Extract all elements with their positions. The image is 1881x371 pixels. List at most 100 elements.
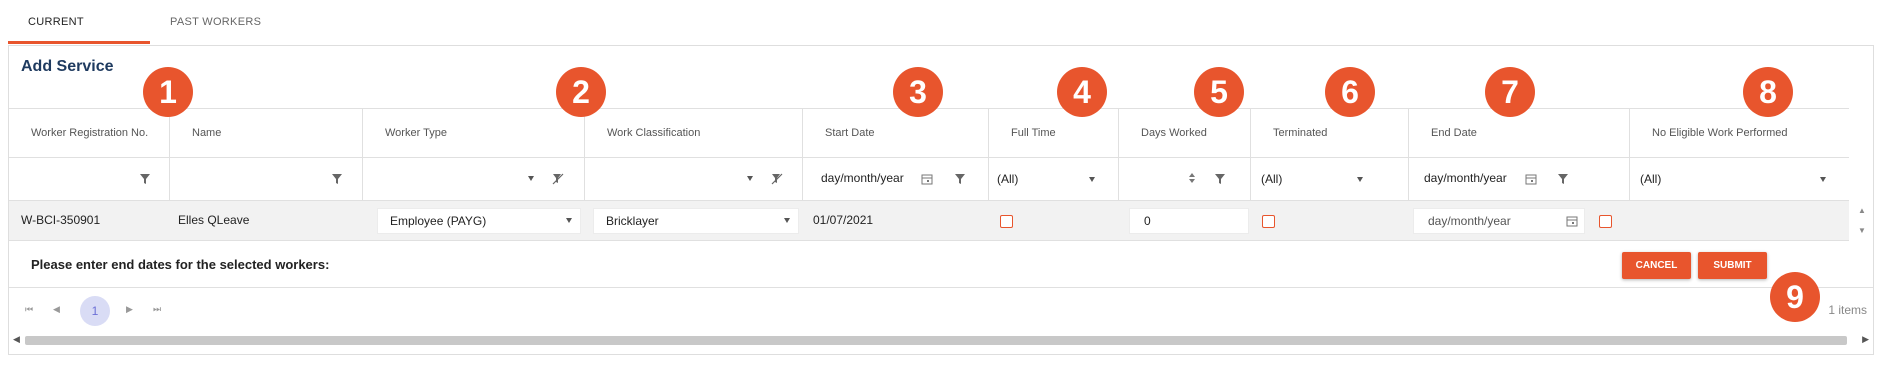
scroll-left-icon[interactable]: ◀ [13, 334, 20, 345]
filter-icon[interactable] [1215, 174, 1225, 184]
callout-badge-5: 5 [1194, 67, 1244, 117]
header-worker-registration-no[interactable]: Worker Registration No. [9, 109, 170, 157]
end-date-placeholder: day/month/year [1428, 214, 1511, 228]
header-worker-type[interactable]: Worker Type [363, 109, 585, 157]
scroll-right-icon[interactable]: ▶ [1862, 334, 1869, 345]
chevron-down-icon[interactable] [1357, 177, 1363, 182]
cell-days-worked: 0 [1119, 201, 1251, 240]
horizontal-scrollbar[interactable]: ◀ ▶ [9, 334, 1873, 348]
pager: ⏮ ◀ 1 ▶ ⏭ 1 items [9, 289, 1873, 331]
chevron-down-icon[interactable] [528, 176, 534, 181]
spinner-icon[interactable] [1189, 172, 1195, 184]
end-date-input[interactable]: day/month/year [1413, 208, 1585, 234]
grid-filter-row: day/month/year (All) (All) day/month/yea… [9, 158, 1849, 201]
start-date-value: 01/07/2021 [813, 213, 874, 227]
calendar-icon[interactable] [921, 173, 933, 185]
work-classification-select[interactable]: Bricklayer [593, 208, 799, 234]
cell-terminated [1251, 201, 1409, 240]
header-full-time[interactable]: Full Time [989, 109, 1119, 157]
end-date-action-row: Please enter end dates for the selected … [9, 241, 1873, 288]
worker-type-select[interactable]: Employee (PAYG) [377, 208, 581, 234]
header-work-classification[interactable]: Work Classification [585, 109, 803, 157]
header-name[interactable]: Name [170, 109, 363, 157]
submit-button[interactable]: SUBMIT [1698, 252, 1767, 279]
callout-badge-9: 9 [1770, 272, 1820, 322]
callout-badge-6: 6 [1325, 67, 1375, 117]
callout-badge-2: 2 [556, 67, 606, 117]
filter-icon[interactable] [1558, 174, 1568, 184]
worker-name-value: Elles QLeave [178, 213, 250, 227]
header-start-date[interactable]: Start Date [803, 109, 989, 157]
scrollbar-thumb[interactable] [25, 336, 1847, 345]
filter-cell-terminated[interactable]: (All) [1251, 158, 1409, 200]
filter-icon[interactable] [140, 174, 150, 184]
table-row: W-BCI-350901 Elles QLeave Employee (PAYG… [9, 201, 1849, 241]
items-count: 1 items [1828, 303, 1867, 317]
panel-title: Add Service [21, 58, 114, 75]
callout-badge-4: 4 [1057, 67, 1107, 117]
filter-cell-work-classification [585, 158, 803, 200]
next-page-icon[interactable]: ▶ [126, 304, 133, 315]
callout-badge-3: 3 [893, 67, 943, 117]
end-dates-message: Please enter end dates for the selected … [31, 257, 330, 272]
worker-type-value: Employee (PAYG) [390, 214, 487, 228]
days-worked-input[interactable]: 0 [1129, 208, 1249, 234]
clear-filter-icon[interactable] [771, 173, 783, 185]
no-eligible-filter-select[interactable]: (All) [1640, 172, 1661, 186]
header-no-eligible-work[interactable]: No Eligible Work Performed [1630, 109, 1849, 157]
cell-name: Elles QLeave [170, 201, 363, 240]
tab-past-workers[interactable]: PAST WORKERS [150, 0, 281, 44]
cell-work-classification: Bricklayer [585, 201, 803, 240]
chevron-down-icon[interactable] [1089, 177, 1095, 182]
cancel-button[interactable]: CANCEL [1622, 252, 1691, 279]
start-date-filter-input[interactable]: day/month/year [821, 171, 904, 185]
end-date-filter-input[interactable]: day/month/year [1424, 171, 1507, 185]
header-days-worked[interactable]: Days Worked [1119, 109, 1251, 157]
cell-no-eligible [1630, 201, 1849, 240]
filter-cell-name [170, 158, 363, 200]
cell-registration-no: W-BCI-350901 [9, 201, 170, 240]
prev-page-icon[interactable]: ◀ [53, 304, 60, 315]
cell-end-date: day/month/year [1409, 201, 1630, 240]
registration-no-value: W-BCI-350901 [21, 213, 101, 227]
no-eligible-work-checkbox[interactable] [1599, 215, 1612, 228]
vertical-scroll-up-icon[interactable]: ▲ [1855, 206, 1869, 215]
page-number[interactable]: 1 [80, 296, 110, 326]
work-classification-value: Bricklayer [606, 214, 659, 228]
filter-cell-worker-type [363, 158, 585, 200]
callout-badge-8: 8 [1743, 67, 1793, 117]
cell-start-date: 01/07/2021 [803, 201, 989, 240]
chevron-down-icon [566, 218, 572, 223]
terminated-filter-select[interactable]: (All) [1261, 172, 1282, 186]
terminated-checkbox[interactable] [1262, 215, 1275, 228]
cell-full-time [989, 201, 1119, 240]
callout-badge-7: 7 [1485, 67, 1535, 117]
first-page-icon[interactable]: ⏮ [25, 304, 33, 315]
header-end-date[interactable]: End Date [1409, 109, 1630, 157]
filter-cell-end-date: day/month/year [1409, 158, 1630, 200]
grid-header-row: Worker Registration No. Name Worker Type… [9, 108, 1849, 158]
header-terminated[interactable]: Terminated [1251, 109, 1409, 157]
vertical-scroll-down-icon[interactable]: ▼ [1855, 226, 1869, 235]
tab-current-workers[interactable]: CURRENT WORKERS [8, 0, 150, 72]
calendar-icon[interactable] [1566, 215, 1578, 227]
worker-tabs: CURRENT WORKERS PAST WORKERS [8, 0, 281, 72]
chevron-down-icon [784, 218, 790, 223]
filter-cell-registration [9, 158, 170, 200]
callout-badge-1: 1 [143, 67, 193, 117]
filter-cell-days-worked [1119, 158, 1251, 200]
full-time-checkbox[interactable] [1000, 215, 1013, 228]
filter-icon[interactable] [332, 174, 342, 184]
cell-worker-type: Employee (PAYG) [363, 201, 585, 240]
filter-cell-full-time[interactable]: (All) [989, 158, 1119, 200]
clear-filter-icon[interactable] [552, 173, 564, 185]
calendar-icon[interactable] [1525, 173, 1537, 185]
filter-icon[interactable] [955, 174, 965, 184]
days-worked-value: 0 [1144, 214, 1151, 228]
filter-cell-no-eligible[interactable]: (All) [1630, 158, 1849, 200]
chevron-down-icon[interactable] [747, 176, 753, 181]
last-page-icon[interactable]: ⏭ [153, 304, 161, 315]
chevron-down-icon[interactable] [1820, 177, 1826, 182]
full-time-filter-select[interactable]: (All) [997, 172, 1018, 186]
filter-cell-start-date: day/month/year [803, 158, 989, 200]
